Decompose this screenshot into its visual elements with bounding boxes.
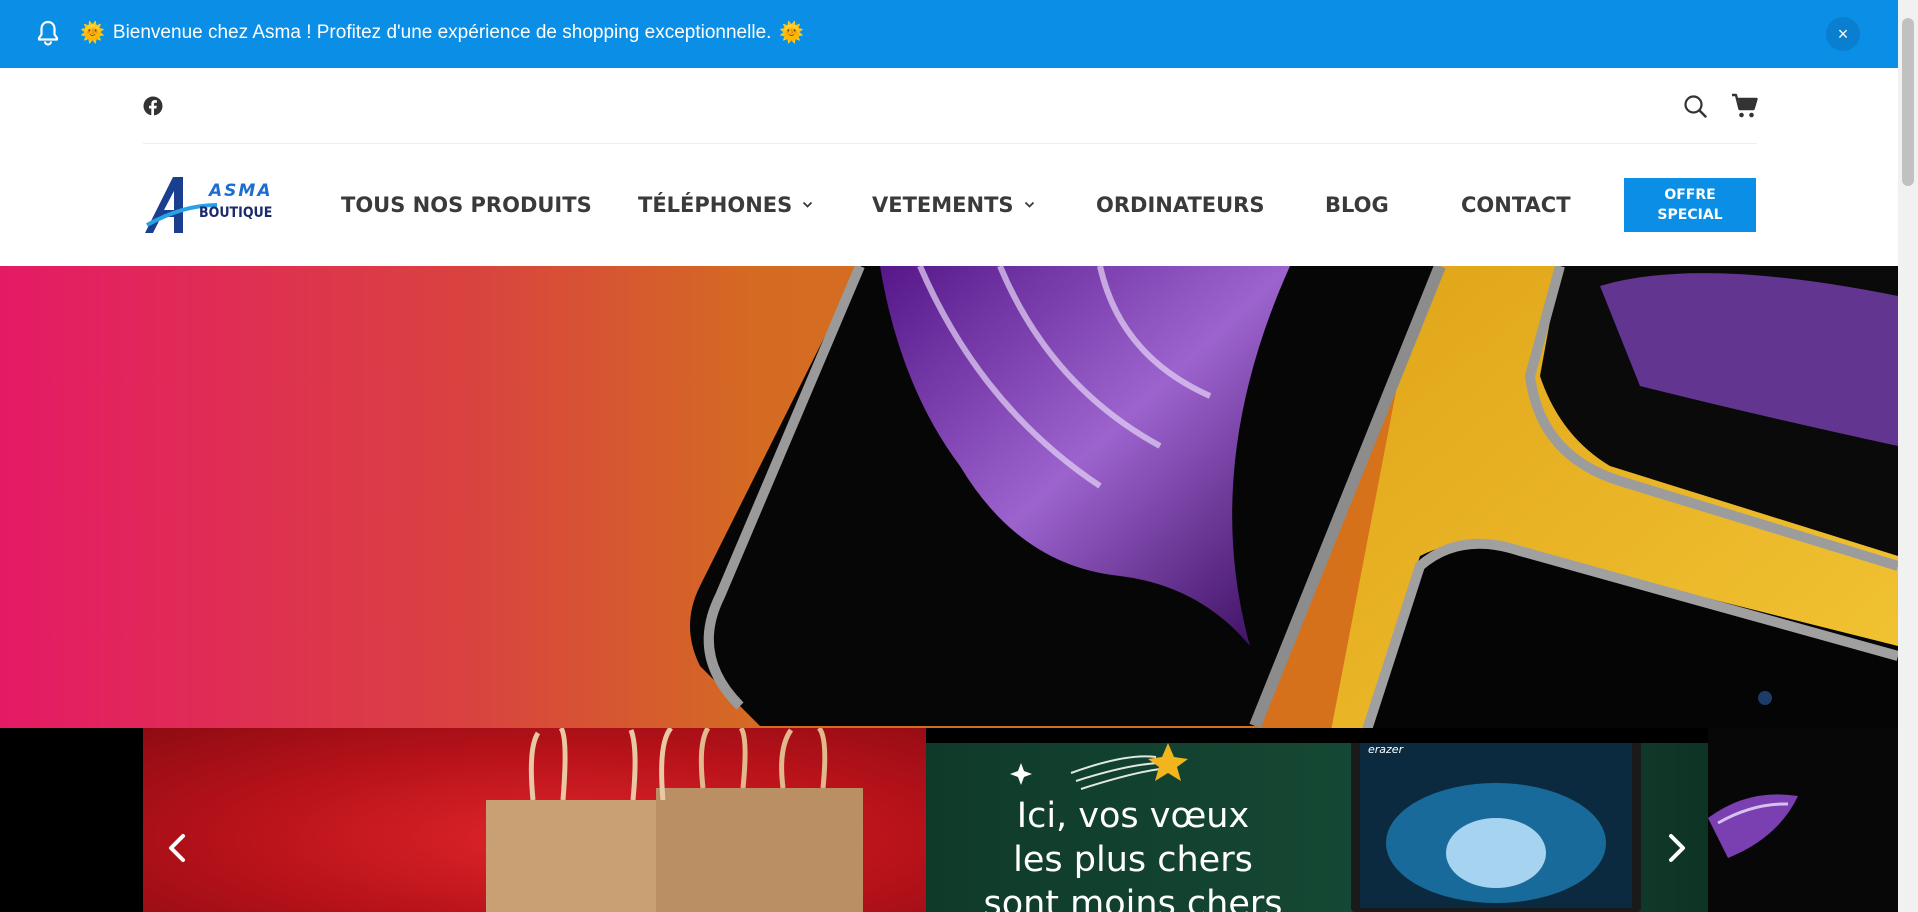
nav-label: CONTACT — [1461, 193, 1571, 217]
nav-label: BLOG — [1325, 193, 1389, 217]
announcement-text: Bienvenue chez Asma ! Profitez d'une exp… — [112, 22, 772, 43]
offre-special-button[interactable]: OFFRE SPECIAL — [1624, 178, 1756, 232]
main-navigation: ASMA BOUTIQUE TOUS NOS PRODUITS TÉLÉPHON… — [143, 145, 1757, 265]
nav-item-vetements[interactable]: VETEMENTS — [872, 193, 1035, 217]
logo-text-asma: ASMA — [209, 181, 273, 201]
logo-text-boutique: BOUTIQUE — [199, 205, 273, 221]
cart-icon[interactable] — [1731, 93, 1759, 119]
slide-shopping-bags[interactable] — [143, 728, 926, 912]
nav-label: VETEMENTS — [872, 193, 1014, 217]
shopping-bags-image — [486, 728, 863, 912]
slide-phone-partial[interactable] — [1708, 728, 1898, 912]
chevron-down-icon — [803, 201, 813, 208]
announcement-bar: 🌞 Bienvenue chez Asma ! Profitez d'une e… — [0, 0, 1898, 68]
utility-bar — [143, 68, 1759, 144]
offer-line-1: OFFRE — [1664, 187, 1716, 203]
search-icon[interactable] — [1683, 94, 1707, 118]
offer-line-2: SPECIAL — [1657, 207, 1723, 223]
bell-icon — [37, 20, 59, 46]
scrollbar-thumb[interactable] — [1902, 18, 1914, 186]
chevron-right-icon[interactable] — [1661, 828, 1691, 868]
laptop-brand-label: erazer — [1368, 743, 1405, 756]
chevron-left-icon[interactable] — [163, 828, 193, 868]
slide-headline-line: Ici, vos vœux — [1016, 796, 1250, 836]
slide-headline-line: les plus chers — [1013, 840, 1253, 880]
page-scrollbar[interactable] — [1898, 0, 1918, 912]
nav-item-contact[interactable]: CONTACT — [1461, 193, 1571, 217]
nav-label: TÉLÉPHONES — [638, 193, 793, 217]
nav-item-telephones[interactable]: TÉLÉPHONES — [638, 193, 813, 217]
sun-icon: 🌞 — [80, 22, 105, 44]
nav-label: ORDINATEURS — [1096, 193, 1265, 217]
logo[interactable]: ASMA BOUTIQUE — [143, 175, 272, 235]
nav-item-tous-nos-produits[interactable]: TOUS NOS PRODUITS — [341, 193, 592, 217]
phone-partial-image — [1708, 794, 1798, 858]
slide-headline: Ici, vos vœux les plus chers sont moins … — [973, 794, 1293, 912]
slide-headline-line: sont moins chers — [983, 884, 1283, 912]
nav-item-ordinateurs[interactable]: ORDINATEURS — [1096, 193, 1264, 217]
nav-label: TOUS NOS PRODUITS — [341, 193, 592, 217]
chevron-down-icon — [1024, 201, 1034, 208]
promo-slider: erazer Ici, vos vœux les plus chers sont… — [143, 728, 1898, 912]
announcement-message: 🌞 Bienvenue chez Asma ! Profitez d'une e… — [80, 22, 804, 44]
nav-item-blog[interactable]: BLOG — [1325, 193, 1389, 217]
close-announcement-button[interactable]: × — [1826, 17, 1860, 51]
sun-icon: 🌞 — [779, 22, 805, 44]
facebook-icon[interactable] — [143, 96, 163, 116]
